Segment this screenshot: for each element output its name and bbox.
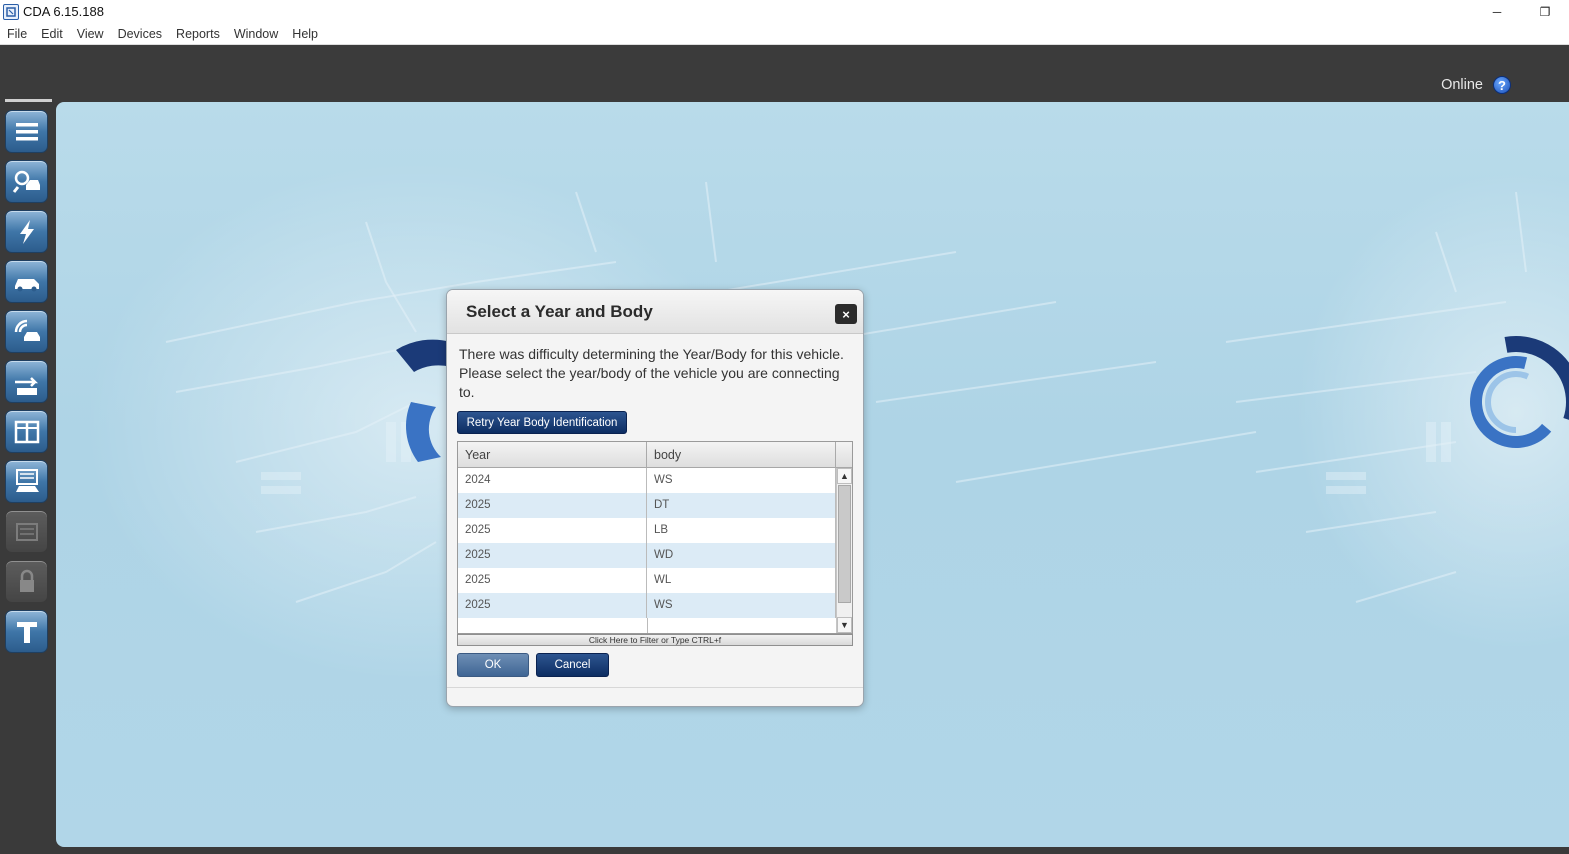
layout-icon [14, 420, 39, 443]
arrow-up-icon: ▲ [840, 471, 849, 481]
restore-button[interactable]: ❐ [1521, 0, 1569, 23]
window-title: CDA 6.15.188 [23, 4, 104, 19]
table-header: Year body [458, 442, 836, 468]
table-row[interactable]: 2025 WS [458, 593, 836, 618]
year-cell: 2025 [458, 568, 647, 593]
cancel-button[interactable]: Cancel [536, 653, 609, 677]
year-cell: 2024 [458, 468, 647, 493]
sidebar-menu-button[interactable] [5, 110, 48, 153]
table-body: 2024 WS 2025 DT 2025 LB 2025 WD 2025 WL … [458, 468, 836, 618]
body-cell: WS [647, 593, 836, 618]
retry-identification-button[interactable]: Retry Year Body Identification [457, 411, 627, 434]
sidebar-vehicle-report-button[interactable] [5, 460, 48, 503]
sidebar-layout-button[interactable] [5, 410, 48, 453]
year-cell: 2025 [458, 518, 647, 543]
year-body-table: Year body 2024 WS 2025 DT 2025 LB 2025 W… [457, 441, 853, 634]
lock-icon [19, 569, 34, 592]
year-cell: 2025 [458, 493, 647, 518]
help-icon[interactable]: ? [1493, 76, 1511, 94]
close-button[interactable]: × [835, 304, 857, 324]
body-cell: WS [647, 468, 836, 493]
table-header-corner [836, 442, 852, 468]
sidebar-vehicle-scan-button[interactable] [5, 310, 48, 353]
body-cell: WD [647, 543, 836, 568]
year-body-dialog: Select a Year and Body × There was diffi… [446, 289, 864, 707]
menu-file[interactable]: File [0, 27, 34, 41]
sidebar-vehicle-search-button[interactable] [5, 160, 48, 203]
dialog-message: There was difficulty determining the Yea… [459, 346, 844, 400]
flash-icon [19, 219, 34, 244]
year-cell: 2025 [458, 593, 647, 618]
connection-status: Online ? [1441, 76, 1511, 94]
app-icon [3, 3, 19, 20]
bottom-strip [0, 847, 1569, 854]
dialog-header: Select a Year and Body × [447, 290, 863, 334]
table-row[interactable]: 2025 WD [458, 543, 836, 568]
menu-bar: File Edit View Devices Reports Window He… [0, 23, 1569, 45]
menu-view[interactable]: View [70, 27, 111, 41]
scroll-thumb[interactable] [838, 485, 851, 603]
vehicle-icon [14, 278, 39, 291]
menu-window[interactable]: Window [227, 27, 285, 41]
top-band [0, 45, 1569, 102]
menu-help[interactable]: Help [285, 27, 325, 41]
scroll-up-button[interactable]: ▲ [837, 468, 852, 484]
table-row[interactable]: 2025 WL [458, 568, 836, 593]
minimize-button[interactable]: ─ [1473, 0, 1521, 23]
title-bar: CDA 6.15.188 ─ ❐ [0, 0, 1569, 23]
sidebar-module-button[interactable] [5, 510, 48, 553]
body-cell: WL [647, 568, 836, 593]
menu-edit[interactable]: Edit [34, 27, 70, 41]
scroll-down-button[interactable]: ▼ [837, 617, 852, 633]
filter-bar[interactable]: Click Here to Filter or Type CTRL+f [457, 634, 853, 646]
sidebar-flash-button[interactable] [5, 210, 48, 253]
column-header-body[interactable]: body [647, 442, 836, 468]
dialog-footer-divider [447, 687, 863, 688]
sidebar-odometer-button[interactable] [5, 360, 48, 403]
menu-reports[interactable]: Reports [169, 27, 227, 41]
vehicle-search-icon [12, 170, 40, 193]
dialog-title: Select a Year and Body [466, 302, 653, 321]
year-cell: 2025 [458, 543, 647, 568]
table-row[interactable]: 2025 DT [458, 493, 836, 518]
arrow-down-icon: ▼ [840, 620, 849, 630]
column-header-year[interactable]: Year [458, 442, 647, 468]
table-row[interactable]: 2025 LB [458, 518, 836, 543]
sidebar-divider [5, 99, 52, 102]
sidebar-lock-button[interactable] [5, 560, 48, 603]
module-icon [15, 522, 38, 541]
sidebar-vehicle-button[interactable] [5, 260, 48, 303]
close-icon: × [842, 306, 850, 322]
body-cell: DT [647, 493, 836, 518]
body-cell: LB [647, 518, 836, 543]
table-empty-area [458, 618, 836, 633]
online-status-text: Online [1441, 77, 1483, 93]
text-icon [16, 621, 37, 643]
ok-button[interactable]: OK [457, 653, 529, 677]
odometer-icon [14, 376, 38, 395]
vehicle-scan-icon [14, 319, 40, 341]
table-row[interactable]: 2024 WS [458, 468, 836, 493]
menu-devices[interactable]: Devices [111, 27, 169, 41]
table-scrollbar[interactable]: ▲ ▼ [836, 468, 852, 633]
sidebar-text-button[interactable] [5, 610, 48, 653]
menu-icon [15, 122, 38, 140]
vehicle-report-icon [15, 468, 39, 492]
